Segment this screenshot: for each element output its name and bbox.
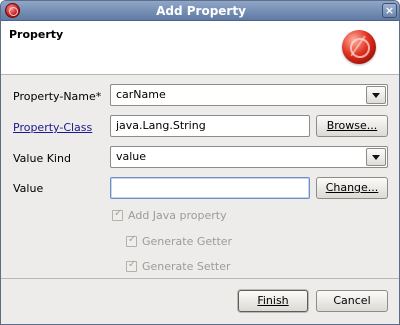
generate-setter-label: Generate Setter (142, 260, 231, 273)
cancel-button[interactable]: Cancel (316, 290, 388, 312)
checkbox-checked-icon (112, 208, 123, 221)
value-label: Value (13, 182, 44, 195)
checkbox-checked-icon (126, 259, 137, 272)
add-java-property-label: Add Java property (128, 209, 227, 222)
value-kind-combo[interactable]: value (110, 146, 388, 168)
property-name-value: carName (116, 88, 166, 101)
value-kind-label: Value Kind (13, 152, 71, 165)
value-kind-value: value (116, 150, 147, 163)
finish-button[interactable]: Finish (238, 290, 308, 312)
wizard-banner-icon (342, 30, 376, 64)
add-property-dialog: Add Property × Property Property-Name* c… (0, 0, 400, 325)
property-name-dropdown-button[interactable] (366, 86, 386, 104)
generate-getter-label: Generate Getter (142, 235, 233, 248)
window-title: Add Property (156, 4, 246, 18)
change-button[interactable]: Change... (316, 177, 388, 199)
close-button[interactable]: × (382, 3, 397, 18)
wizard-header: Property (1, 21, 399, 75)
property-class-link[interactable]: Property-Class (13, 121, 92, 134)
browse-button-label: Browse... (326, 119, 378, 132)
browse-button[interactable]: Browse... (316, 115, 388, 137)
property-name-combo[interactable]: carName (110, 84, 388, 106)
close-icon: × (384, 4, 395, 17)
value-input[interactable] (110, 177, 310, 199)
property-class-input[interactable]: java.Lang.String (110, 115, 310, 137)
change-button-label: Change... (325, 181, 379, 194)
finish-button-label: Finish (257, 294, 289, 307)
cancel-button-label: Cancel (333, 294, 371, 307)
page-title: Property (9, 28, 64, 41)
button-bar-separator (1, 278, 399, 279)
title-bar[interactable]: Add Property × (1, 1, 399, 21)
value-kind-dropdown-button[interactable] (366, 148, 386, 166)
checkbox-checked-icon (126, 234, 137, 247)
property-name-label: Property-Name* (13, 90, 102, 103)
